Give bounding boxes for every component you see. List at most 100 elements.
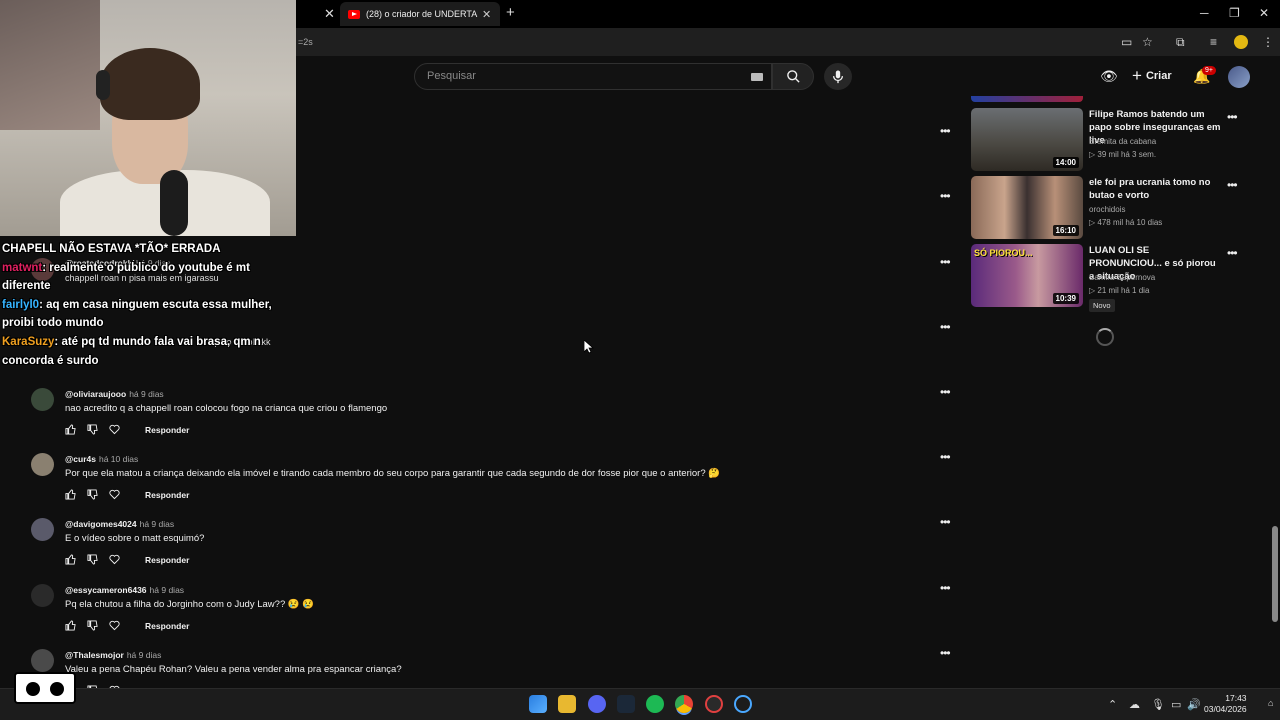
video-menu-icon[interactable]: ••• <box>1227 110 1238 124</box>
video-channel[interactable]: Eremita da cabana <box>1089 137 1156 146</box>
create-button[interactable]: + Criar <box>1132 66 1172 86</box>
dislike-icon[interactable] <box>87 489 98 500</box>
like-icon[interactable] <box>65 554 76 565</box>
microphone-tray-icon[interactable]: 🎙 <box>1151 698 1165 711</box>
comment-avatar[interactable] <box>31 649 54 672</box>
reply-button[interactable]: Responder <box>145 621 189 631</box>
dislike-icon[interactable] <box>87 424 98 435</box>
volume-icon[interactable]: 🔊 <box>1187 698 1201 711</box>
comment-author[interactable]: @Thalesmojor <box>65 650 124 660</box>
video-channel[interactable]: orochidois <box>1089 205 1125 214</box>
app-icon[interactable] <box>734 695 752 713</box>
recording-app-icon[interactable] <box>705 695 723 713</box>
video-thumbnail[interactable]: 14:00 <box>971 108 1083 171</box>
recommended-video[interactable]: SÓ PIOROU... 10:39 LUAN OLI SE PRONUNCIO… <box>971 244 1251 312</box>
restore-button[interactable]: ❐ <box>1229 6 1240 20</box>
microphone-icon <box>832 69 844 83</box>
keyboard-icon[interactable] <box>751 73 763 81</box>
comment-menu-icon[interactable]: ••• <box>940 320 951 334</box>
chat-message: matwnt: realmente o publico do youtube é… <box>2 261 250 293</box>
tray-overflow-icon[interactable]: ⌃ <box>1108 698 1117 711</box>
comment-avatar[interactable] <box>31 453 54 476</box>
browser-profile-avatar[interactable] <box>1234 35 1248 49</box>
comment-menu-icon[interactable]: ••• <box>940 124 951 138</box>
bookmark-star-icon[interactable]: ☆ <box>1142 35 1153 49</box>
chat-username: matwnt <box>2 261 43 274</box>
previous-video-thumbnail-edge[interactable] <box>971 96 1083 102</box>
onedrive-icon[interactable]: ☁ <box>1129 698 1140 711</box>
search-input[interactable]: Pesquisar <box>414 63 772 90</box>
comment-author[interactable]: @essycameron6436 <box>65 585 147 595</box>
chat-message: fairlyl0: aq em casa ninguem escuta essa… <box>2 298 272 330</box>
comment-date: há 9 dias <box>129 389 164 399</box>
taskbar-clock[interactable]: 17:43 03/04/2026 <box>1204 693 1247 715</box>
heart-icon[interactable] <box>109 424 120 435</box>
dislike-icon[interactable] <box>87 554 98 565</box>
youtube-user-avatar[interactable] <box>1228 66 1250 88</box>
media-control-icon[interactable]: ≡ <box>1210 35 1217 49</box>
video-title[interactable]: ele foi pra ucrania tomo no butao e vort… <box>1089 176 1221 202</box>
screen: ✕ (28) o criador de UNDERTALE tu ✕ + ─ ❐… <box>0 0 1280 720</box>
scrollbar-thumb[interactable] <box>1272 526 1278 622</box>
new-tab-button[interactable]: + <box>506 4 515 21</box>
like-icon[interactable] <box>65 424 76 435</box>
spotify-icon[interactable] <box>646 695 664 713</box>
streamer-webcam <box>0 0 296 236</box>
voice-search-button[interactable] <box>824 63 852 90</box>
tab-close-icon[interactable]: ✕ <box>482 8 491 21</box>
windows-start-icon[interactable] <box>529 695 547 713</box>
close-window-button[interactable]: ✕ <box>1259 6 1269 20</box>
chrome-icon[interactable] <box>675 695 693 713</box>
install-app-icon[interactable]: ▭ <box>1121 35 1132 49</box>
recommended-video[interactable]: 14:00 Filipe Ramos batendo um papo sobre… <box>971 108 1251 172</box>
heart-icon[interactable] <box>109 620 120 631</box>
comment-menu-icon[interactable]: ••• <box>940 515 951 529</box>
notification-center-icon[interactable]: ⌂ <box>1268 698 1273 708</box>
comment-menu-icon[interactable]: ••• <box>940 581 951 595</box>
comment-menu-icon[interactable]: ••• <box>940 646 951 660</box>
comment-actions: Responder <box>65 620 189 631</box>
discord-icon[interactable] <box>588 695 606 713</box>
comment-text: nao acredito q a chappell roan colocou f… <box>65 403 388 414</box>
comment-avatar[interactable] <box>31 388 54 411</box>
heart-icon[interactable] <box>109 489 120 500</box>
like-icon[interactable] <box>65 620 76 631</box>
search-button[interactable] <box>772 63 814 90</box>
prev-tab-close-icon[interactable]: ✕ <box>324 6 335 22</box>
youtube-favicon-icon <box>348 9 360 19</box>
network-icon[interactable]: ▭ <box>1171 698 1181 711</box>
comment-menu-icon[interactable]: ••• <box>940 189 951 203</box>
dislike-icon[interactable] <box>87 620 98 631</box>
video-duration: 10:39 <box>1052 293 1079 304</box>
video-thumbnail[interactable]: 16:10 <box>971 176 1083 239</box>
reply-button[interactable]: Responder <box>145 490 189 500</box>
comment-actions: Responder <box>65 554 189 565</box>
reply-button[interactable]: Responder <box>145 425 189 435</box>
like-icon[interactable] <box>65 489 76 500</box>
url-text[interactable]: =2s <box>298 37 313 47</box>
minimize-button[interactable]: ─ <box>1200 6 1209 20</box>
comment-avatar[interactable] <box>31 518 54 541</box>
eye-icon[interactable]: 👁 <box>1100 68 1118 85</box>
heart-icon[interactable] <box>109 554 120 565</box>
browser-menu-icon[interactable]: ⋮ <box>1262 35 1274 49</box>
chat-username: KaraSuzy <box>2 335 55 348</box>
video-menu-icon[interactable]: ••• <box>1227 246 1238 260</box>
video-menu-icon[interactable]: ••• <box>1227 178 1238 192</box>
recommended-video[interactable]: 16:10 ele foi pra ucrania tomo no butao … <box>971 176 1251 240</box>
comment-author[interactable]: @oliviaraujooo <box>65 389 126 399</box>
comment-author[interactable]: @davigomes4024 <box>65 519 137 529</box>
comment-avatar[interactable] <box>31 584 54 607</box>
file-explorer-icon[interactable] <box>558 695 576 713</box>
comment-author[interactable]: @cur4s <box>65 454 96 464</box>
video-thumbnail[interactable]: SÓ PIOROU... 10:39 <box>971 244 1083 307</box>
extensions-icon[interactable]: ⧉ <box>1176 35 1185 50</box>
comment-text: Por que ela matou a criança deixando ela… <box>65 468 721 479</box>
steam-icon[interactable] <box>617 695 635 713</box>
comment-menu-icon[interactable]: ••• <box>940 385 951 399</box>
comment-menu-icon[interactable]: ••• <box>940 255 951 269</box>
browser-tab-active[interactable]: (28) o criador de UNDERTALE tu ✕ <box>340 2 500 26</box>
comment-menu-icon[interactable]: ••• <box>940 450 951 464</box>
reply-button[interactable]: Responder <box>145 555 189 565</box>
video-channel[interactable]: Samira Supernova <box>1089 273 1155 282</box>
